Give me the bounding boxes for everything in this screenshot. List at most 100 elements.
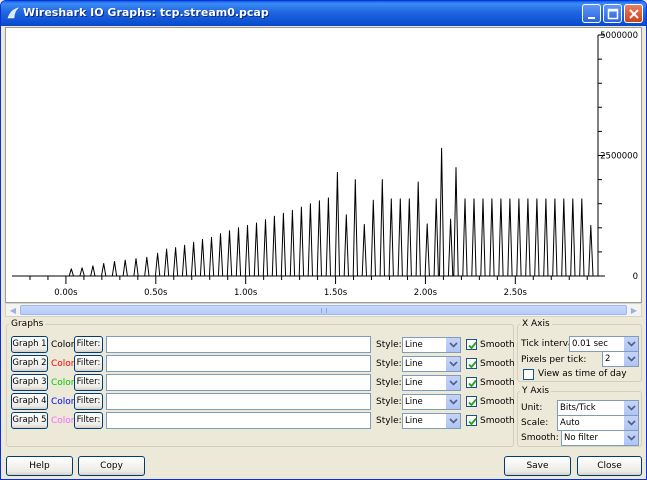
unit-value: Bits/Tick [560, 403, 596, 413]
graph-5-button[interactable]: Graph 5 [11, 412, 48, 429]
x-tick-label: 1.00s [234, 288, 258, 298]
scroll-right-icon[interactable]: ▶ [628, 305, 640, 316]
dropdown-arrow-icon [445, 357, 460, 371]
maximize-icon [607, 8, 619, 20]
graph-2-button[interactable]: Graph 2 [11, 355, 48, 372]
graph-4-filter-input[interactable] [106, 393, 371, 410]
unit-select[interactable]: Bits/Tick [557, 400, 639, 416]
dropdown-arrow-icon [445, 395, 460, 409]
scale-select[interactable]: Auto [557, 415, 639, 431]
y-smooth-label: Smooth: [521, 433, 559, 443]
dropdown-arrow-icon [623, 337, 638, 351]
graph-1-filter-button[interactable]: Filter: [74, 336, 103, 353]
y-tick-label: 0 [633, 272, 638, 282]
tick-interval-select[interactable]: 0.01 sec [569, 336, 639, 352]
graph-2-smooth-label: Smooth [480, 359, 515, 369]
x-tick-label: 1.50s [324, 288, 348, 298]
graph-5-style-select[interactable]: Line [402, 413, 461, 429]
maximize-button[interactable] [603, 4, 622, 23]
graph-3-filter-input[interactable] [106, 374, 371, 391]
dropdown-arrow-icon [623, 431, 638, 445]
x-tick-label: 0.50s [144, 288, 168, 298]
y-axis-legend: Y Axis [522, 386, 550, 396]
pixels-per-tick-label: Pixels per tick: [521, 355, 587, 365]
time-of-day-checkbox[interactable] [523, 369, 534, 380]
graph-2-style-label: Style: [376, 359, 402, 369]
graph-1-style-select[interactable]: Line [402, 337, 461, 353]
graph-1-filter-input[interactable] [106, 336, 371, 353]
tick-interval-value: 0.01 sec [572, 339, 608, 349]
save-button[interactable]: Save [504, 456, 571, 476]
graph-2-filter-input[interactable] [106, 355, 371, 372]
io-graph-plot[interactable]: 0.00s 0.50s 1.00s 1.50s 2.00s 2.50s 5000000 250… [5, 27, 642, 303]
checkmark-icon [468, 398, 477, 407]
graph-2-filter-button[interactable]: Filter: [74, 355, 103, 372]
checkmark-icon [468, 360, 477, 369]
horizontal-scrollbar[interactable]: ◀ ▶ [5, 303, 642, 317]
graph-4-color-label[interactable]: Color [51, 396, 75, 408]
y-tick-label: 2500000 [600, 152, 638, 162]
graph-1-smooth-label: Smooth [480, 340, 515, 350]
graph-4-filter-button[interactable]: Filter: [74, 393, 103, 410]
copy-button[interactable]: Copy [78, 456, 145, 476]
time-of-day-label[interactable]: View as time of day [538, 368, 627, 380]
graph-4-style-select[interactable]: Line [402, 394, 461, 410]
graph-3-filter-button[interactable]: Filter: [74, 374, 103, 391]
checkmark-icon [468, 379, 477, 388]
graph-1-button[interactable]: Graph 1 [11, 336, 48, 353]
help-button[interactable]: Help [6, 456, 73, 476]
graphs-legend: Graphs [11, 319, 44, 329]
dropdown-arrow-icon [445, 414, 460, 428]
minimize-button[interactable] [582, 4, 601, 23]
graph-5-smooth-checkbox[interactable] [466, 415, 477, 426]
graph-3-smooth-checkbox[interactable] [466, 377, 477, 388]
graph-1-series-line [12, 147, 598, 277]
graph-3-style-select[interactable]: Line [402, 375, 461, 391]
graph-5-smooth-label: Smooth [480, 416, 515, 426]
y-smooth-select[interactable]: No filter [561, 430, 639, 446]
window-title: Wireshark IO Graphs: tcp.stream0.pcap [23, 6, 269, 19]
graph-4-button[interactable]: Graph 4 [11, 393, 48, 410]
dropdown-arrow-icon [445, 338, 460, 352]
x-tick-label: 0.00s [54, 288, 78, 298]
dropdown-arrow-icon [623, 401, 638, 415]
graph-3-color-label[interactable]: Color [51, 377, 75, 389]
graph-1-style-value: Line [405, 340, 423, 350]
graph-5-filter-button[interactable]: Filter: [74, 412, 103, 429]
x-axis-legend: X Axis [522, 319, 550, 329]
graph-5-filter-input[interactable] [106, 412, 371, 429]
graph-2-style-select[interactable]: Line [402, 356, 461, 372]
graph-5-style-value: Line [405, 416, 423, 426]
close-button[interactable]: Close [577, 456, 642, 476]
y-tick-label: 5000000 [600, 31, 638, 41]
graph-5-style-label: Style: [376, 416, 402, 426]
pixels-per-tick-select[interactable]: 2 [602, 351, 639, 367]
graph-1-color-label[interactable]: Color [51, 339, 75, 351]
graph-1-smooth-checkbox[interactable] [466, 339, 477, 350]
checkmark-icon [468, 417, 477, 426]
graph-4-smooth-label: Smooth [480, 397, 515, 407]
scrollbar-thumb[interactable] [20, 305, 627, 315]
io-graph-chart: 0.00s 0.50s 1.00s 1.50s 2.00s 2.50s 5000000 250… [12, 31, 638, 298]
scale-label: Scale: [521, 418, 549, 428]
graph-3-style-value: Line [405, 378, 423, 388]
x-tick-label: 2.50s [504, 288, 528, 298]
title-bar[interactable]: Wireshark IO Graphs: tcp.stream0.pcap [1, 1, 646, 26]
dropdown-arrow-icon [445, 376, 460, 390]
graph-2-color-label[interactable]: Color [51, 358, 75, 370]
checkmark-icon [468, 341, 477, 350]
scroll-left-icon[interactable]: ◀ [7, 305, 19, 316]
graph-4-smooth-checkbox[interactable] [466, 396, 477, 407]
graph-5-color-label[interactable]: Color [51, 415, 75, 427]
close-window-button[interactable] [624, 4, 643, 23]
graph-3-button[interactable]: Graph 3 [11, 374, 48, 391]
minimize-icon [588, 17, 595, 19]
graph-3-smooth-label: Smooth [480, 378, 515, 388]
graph-2-smooth-checkbox[interactable] [466, 358, 477, 369]
close-icon [629, 9, 639, 19]
wireshark-fin-icon [7, 7, 19, 19]
io-graphs-window: Wireshark IO Graphs: tcp.stream0.pcap 0.… [0, 0, 647, 480]
graph-4-style-label: Style: [376, 397, 402, 407]
unit-label: Unit: [521, 403, 543, 413]
pixels-per-tick-value: 2 [605, 354, 611, 364]
